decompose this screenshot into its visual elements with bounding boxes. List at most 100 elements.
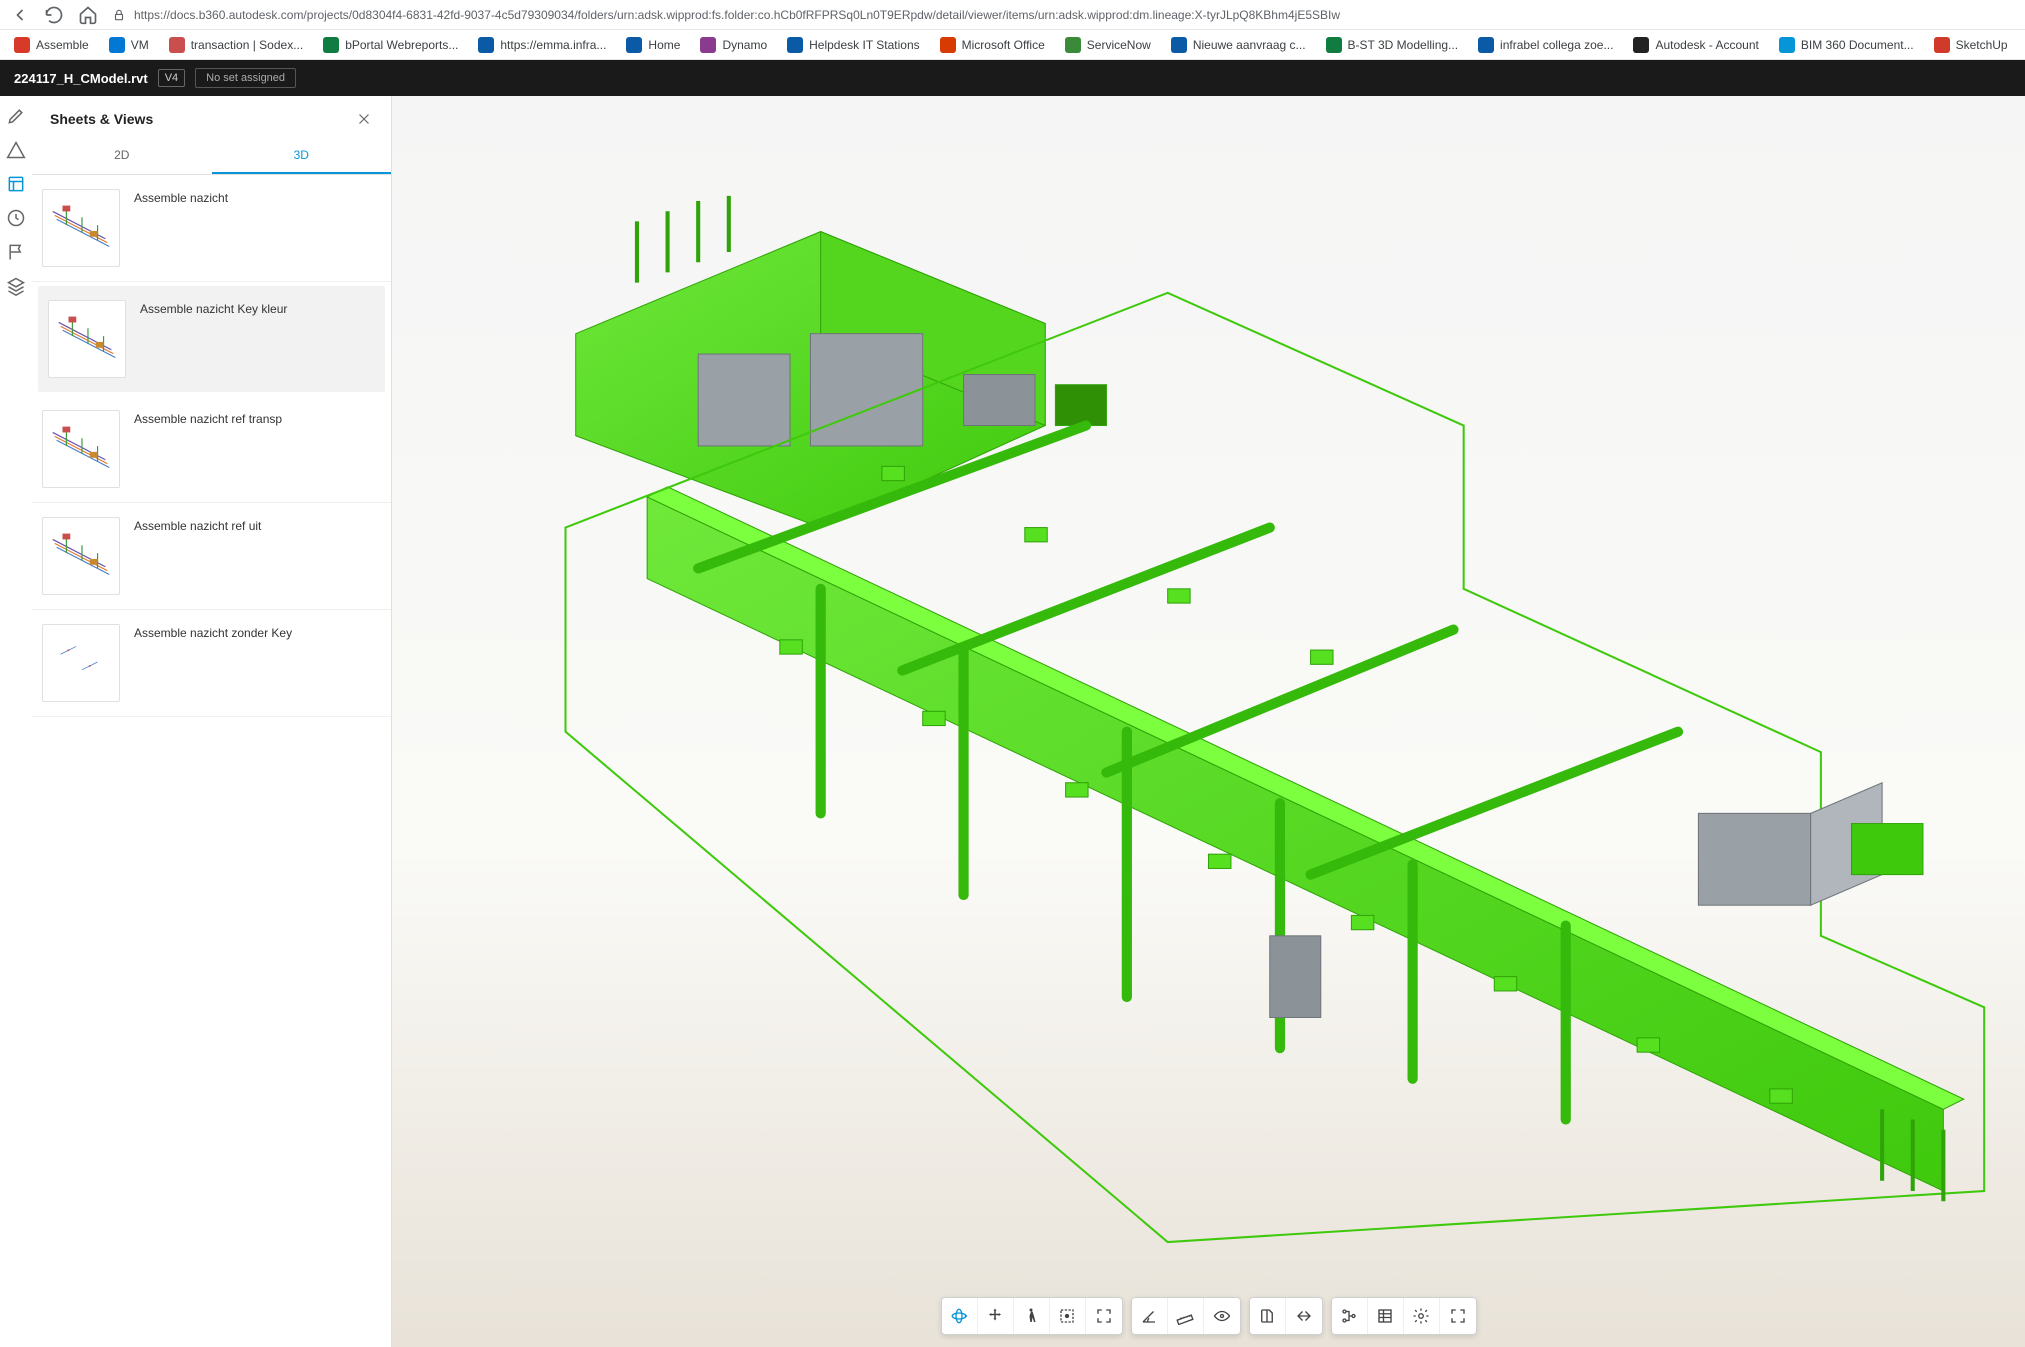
back-button[interactable]	[10, 5, 30, 25]
bookmark-label: Dynamo	[722, 38, 767, 52]
walk-button[interactable]	[1014, 1298, 1050, 1334]
url-bar[interactable]: https://docs.b360.autodesk.com/projects/…	[112, 8, 2015, 22]
properties-button[interactable]	[1368, 1298, 1404, 1334]
url-text: https://docs.b360.autodesk.com/projects/…	[134, 8, 1340, 22]
filename: 224117_H_CModel.rvt	[14, 71, 148, 86]
home-button[interactable]	[78, 5, 98, 25]
bookmark-favicon	[1171, 37, 1187, 53]
bookmark-item[interactable]: VM	[101, 33, 157, 57]
bookmark-label: VM	[131, 38, 149, 52]
settings-button[interactable]	[1404, 1298, 1440, 1334]
view-tabs: 2D 3D	[32, 138, 391, 175]
model-render	[392, 96, 2025, 1347]
model-browser-button[interactable]	[1332, 1298, 1368, 1334]
bookmark-item[interactable]: Microsoft Office	[932, 33, 1053, 57]
measure-angle-button[interactable]	[1132, 1298, 1168, 1334]
bookmark-item[interactable]: Dynamo	[692, 33, 775, 57]
version-badge[interactable]: V4	[158, 69, 185, 87]
orbit-button[interactable]	[942, 1298, 978, 1334]
view-item[interactable]: Assemble nazicht zonder Key	[32, 610, 391, 717]
left-rail	[0, 96, 32, 1347]
view-item[interactable]: Assemble nazicht Key kleur	[38, 286, 385, 392]
view-label: Assemble nazicht Key kleur	[140, 300, 287, 378]
bookmark-item[interactable]: Autodesk - Account	[1625, 33, 1766, 57]
bookmark-favicon	[787, 37, 803, 53]
reset-button[interactable]	[1286, 1298, 1322, 1334]
view-label: Assemble nazicht zonder Key	[134, 624, 292, 702]
bookmark-item[interactable]: bPortal Webreports...	[315, 33, 466, 57]
bookmark-label: Autodesk - Account	[1655, 38, 1758, 52]
view-thumbnail	[42, 189, 120, 267]
view-thumbnail	[42, 410, 120, 488]
bookmark-item[interactable]: infrabel collega zoe...	[1470, 33, 1621, 57]
bookmark-label: infrabel collega zoe...	[1500, 38, 1613, 52]
bookmark-item[interactable]: BIM	[2020, 33, 2025, 57]
bookmark-label: ServiceNow	[1087, 38, 1151, 52]
rail-issues-icon[interactable]	[6, 140, 26, 160]
bookmark-label: Nieuwe aanvraag c...	[1193, 38, 1306, 52]
rail-levels-icon[interactable]	[6, 276, 26, 296]
bookmark-favicon	[478, 37, 494, 53]
toolbar-group	[1131, 1297, 1241, 1335]
bookmark-favicon	[1633, 37, 1649, 53]
rail-markup-icon[interactable]	[6, 106, 26, 126]
close-panel-button[interactable]	[355, 110, 373, 128]
rail-history-icon[interactable]	[6, 208, 26, 228]
bookmark-item[interactable]: Home	[618, 33, 688, 57]
bookmark-item[interactable]: ServiceNow	[1057, 33, 1159, 57]
set-selector[interactable]: No set assigned	[195, 68, 296, 88]
bookmark-favicon	[626, 37, 642, 53]
view-thumbnail	[42, 517, 120, 595]
zoom-region-button[interactable]	[1050, 1298, 1086, 1334]
first-person-button[interactable]	[1204, 1298, 1240, 1334]
bookmarks-bar: Assemble VM transaction | Sodex... bPortal …	[0, 30, 2025, 60]
lock-icon	[112, 8, 126, 22]
view-label: Assemble nazicht ref transp	[134, 410, 282, 488]
pan-button[interactable]	[978, 1298, 1014, 1334]
bookmark-item[interactable]: Helpdesk IT Stations	[779, 33, 928, 57]
reload-button[interactable]	[44, 5, 64, 25]
bookmark-label: Helpdesk IT Stations	[809, 38, 920, 52]
bookmark-favicon	[109, 37, 125, 53]
bookmark-favicon	[1065, 37, 1081, 53]
bookmark-favicon	[940, 37, 956, 53]
toolbar-group	[941, 1297, 1123, 1335]
bookmark-item[interactable]: transaction | Sodex...	[161, 33, 312, 57]
bookmark-label: SketchUp	[1956, 38, 2008, 52]
bookmark-favicon	[14, 37, 30, 53]
tab-2d[interactable]: 2D	[32, 138, 212, 174]
bookmark-label: B-ST 3D Modelling...	[1348, 38, 1459, 52]
bookmark-favicon	[323, 37, 339, 53]
bookmark-label: Assemble	[36, 38, 89, 52]
view-item[interactable]: Assemble nazicht ref transp	[32, 396, 391, 503]
fullscreen-button[interactable]	[1440, 1298, 1476, 1334]
bookmark-item[interactable]: https://emma.infra...	[470, 33, 614, 57]
view-thumbnail	[42, 624, 120, 702]
tab-3d[interactable]: 3D	[212, 138, 392, 174]
bookmark-item[interactable]: BIM 360 Document...	[1771, 33, 1922, 57]
rail-flag-icon[interactable]	[6, 242, 26, 262]
bookmark-favicon	[1326, 37, 1342, 53]
bookmark-item[interactable]: B-ST 3D Modelling...	[1318, 33, 1467, 57]
bookmark-favicon	[1779, 37, 1795, 53]
view-item[interactable]: Assemble nazicht ref uit	[32, 503, 391, 610]
view-item[interactable]: Assemble nazicht	[32, 175, 391, 282]
viewer-canvas[interactable]	[392, 96, 2025, 1347]
bookmark-label: BIM 360 Document...	[1801, 38, 1914, 52]
measure-button[interactable]	[1168, 1298, 1204, 1334]
view-label: Assemble nazicht ref uit	[134, 517, 261, 595]
fit-to-view-button[interactable]	[1086, 1298, 1122, 1334]
sheets-views-panel: Sheets & Views 2D 3D Assemble nazichtAss…	[32, 96, 392, 1347]
bookmark-item[interactable]: SketchUp	[1926, 33, 2016, 57]
section-button[interactable]	[1250, 1298, 1286, 1334]
bookmark-favicon	[1934, 37, 1950, 53]
bookmark-item[interactable]: Nieuwe aanvraag c...	[1163, 33, 1314, 57]
document-title-bar: 224117_H_CModel.rvt V4 No set assigned	[0, 60, 2025, 96]
views-list: Assemble nazicht Assemble nazicht Key kle…	[32, 175, 391, 1347]
bookmark-label: transaction | Sodex...	[191, 38, 304, 52]
bookmark-item[interactable]: Assemble	[6, 33, 97, 57]
rail-sheets-views-icon[interactable]	[6, 174, 26, 194]
app-body: Sheets & Views 2D 3D Assemble nazichtAss…	[0, 96, 2025, 1347]
bookmark-favicon	[1478, 37, 1494, 53]
bookmark-label: https://emma.infra...	[500, 38, 606, 52]
